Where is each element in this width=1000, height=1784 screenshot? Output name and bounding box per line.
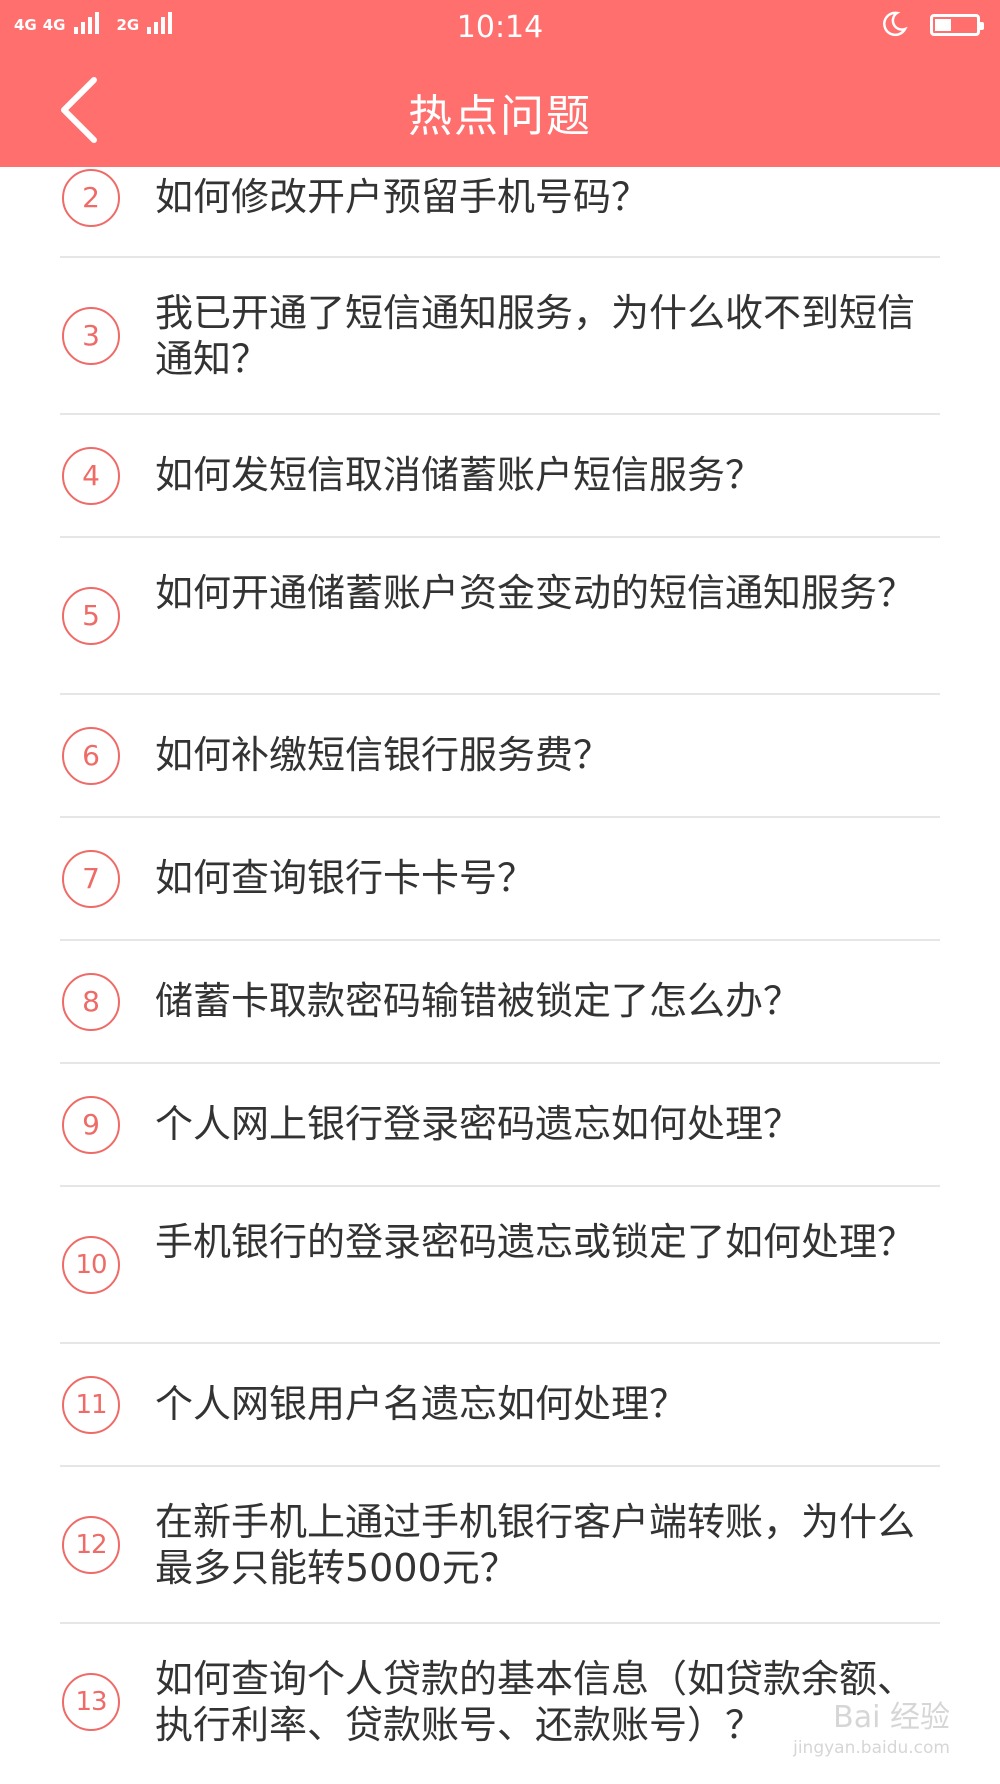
list-item[interactable]: 7 如何查询银行卡卡号？ bbox=[60, 818, 940, 941]
baidu-jingyan-watermark: Bai 经验 jingyan.baidu.com bbox=[793, 1692, 950, 1758]
item-number-badge: 8 bbox=[62, 973, 120, 1031]
status-bar: 4G 4G 2G 10:14 bbox=[0, 0, 1000, 54]
page-title: 热点问题 bbox=[0, 80, 1000, 144]
item-number-badge: 7 bbox=[62, 850, 120, 908]
question-text: 手机银行的登录密码遗忘或锁定了如何处理？ bbox=[155, 1219, 945, 1265]
battery-icon bbox=[930, 14, 980, 36]
item-number-badge: 4 bbox=[62, 447, 120, 505]
list-item[interactable]: 3 我已开通了短信通知服务，为什么收不到短信通知？ bbox=[60, 258, 940, 415]
question-text: 我已开通了短信通知服务，为什么收不到短信通知？ bbox=[155, 290, 945, 382]
question-text: 如何补缴短信银行服务费？ bbox=[155, 732, 945, 778]
question-text: 如何修改开户预留手机号码？ bbox=[155, 174, 945, 220]
question-text: 如何开通储蓄账户资金变动的短信通知服务？ bbox=[155, 570, 945, 616]
list-item[interactable]: 12 在新手机上通过手机银行客户端转账，为什么最多只能转5000元？ bbox=[60, 1467, 940, 1624]
list-item[interactable]: 4 如何发短信取消储蓄账户短信服务？ bbox=[60, 415, 940, 538]
list-item[interactable]: 11 个人网银用户名遗忘如何处理？ bbox=[60, 1344, 940, 1467]
item-number-badge: 13 bbox=[62, 1673, 120, 1731]
question-text: 个人网银用户名遗忘如何处理？ bbox=[155, 1381, 945, 1427]
question-text: 如何查询银行卡卡号？ bbox=[155, 855, 945, 901]
list-item[interactable]: 8 储蓄卡取款密码输错被锁定了怎么办？ bbox=[60, 941, 940, 1064]
question-text: 个人网上银行登录密码遗忘如何处理？ bbox=[155, 1101, 945, 1147]
list-item[interactable]: 10 手机银行的登录密码遗忘或锁定了如何处理？ bbox=[60, 1187, 940, 1344]
item-number-badge: 10 bbox=[62, 1236, 120, 1294]
item-number-badge: 11 bbox=[62, 1376, 120, 1434]
question-text: 如何发短信取消储蓄账户短信服务？ bbox=[155, 452, 945, 498]
item-number-badge: 9 bbox=[62, 1096, 120, 1154]
watermark-sub: jingyan.baidu.com bbox=[793, 1738, 950, 1758]
moon-icon bbox=[880, 10, 908, 38]
status-time: 10:14 bbox=[0, 10, 1000, 45]
list-item[interactable]: 9 个人网上银行登录密码遗忘如何处理？ bbox=[60, 1064, 940, 1187]
watermark-main: Bai 经验 bbox=[833, 1700, 950, 1735]
item-number-badge: 5 bbox=[62, 587, 120, 645]
item-number-badge: 12 bbox=[62, 1516, 120, 1574]
question-text: 储蓄卡取款密码输错被锁定了怎么办？ bbox=[155, 978, 945, 1024]
app-header: 4G 4G 2G 10:14 热点问题 bbox=[0, 0, 1000, 167]
list-item[interactable]: 2 如何修改开户预留手机号码？ bbox=[60, 157, 940, 258]
item-number-badge: 2 bbox=[62, 169, 120, 227]
list-item[interactable]: 5 如何开通储蓄账户资金变动的短信通知服务？ bbox=[60, 538, 940, 695]
list-item[interactable]: 6 如何补缴短信银行服务费？ bbox=[60, 695, 940, 818]
item-number-badge: 6 bbox=[62, 727, 120, 785]
item-number-badge: 3 bbox=[62, 307, 120, 365]
question-text: 在新手机上通过手机银行客户端转账，为什么最多只能转5000元？ bbox=[155, 1499, 945, 1591]
